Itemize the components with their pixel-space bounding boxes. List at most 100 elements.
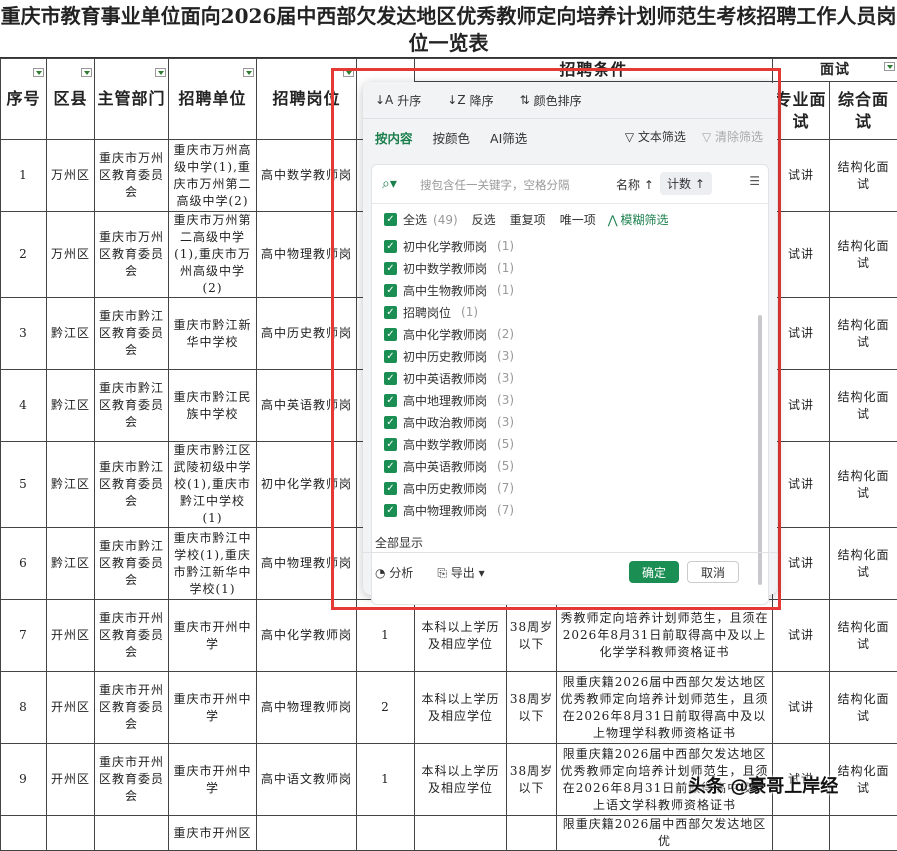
filter-dropdown-icon[interactable] [33, 68, 44, 77]
name-sort-button[interactable]: 名称 ↑ [610, 174, 660, 195]
table-cell-count[interactable] [357, 816, 415, 851]
table-cell-comp[interactable]: 结构化面试 [830, 672, 897, 744]
table-cell-comp[interactable]: 结构化面试 [830, 528, 897, 600]
table-cell-edu[interactable] [415, 816, 507, 851]
table-cell-count[interactable]: 2 [357, 672, 415, 744]
table-cell-district[interactable]: 开州区 [47, 744, 95, 816]
table-cell-post[interactable]: 高中物理教师岗 [257, 212, 357, 298]
table-cell-district[interactable]: 万州区 [47, 212, 95, 298]
table-cell-comp[interactable]: 结构化面试 [830, 744, 897, 816]
checkbox[interactable]: ✓ [384, 438, 397, 451]
table-cell-district[interactable]: 开州区 [47, 600, 95, 672]
text-filter-button[interactable]: ▽ 文本筛选 [625, 128, 686, 145]
table-cell-pro[interactable]: 试讲 [773, 212, 830, 298]
filter-item[interactable]: ✓招聘岗位(1) [384, 301, 724, 323]
table-cell-comp[interactable]: 结构化面试 [830, 140, 897, 212]
filter-dropdown-icon[interactable] [884, 62, 895, 71]
table-cell-post[interactable]: 高中物理教师岗 [257, 672, 357, 744]
table-cell-comp[interactable]: 结构化面试 [830, 370, 897, 442]
table-cell-unit[interactable]: 重庆市黔江中学校(1),重庆市黔江新华中学校(1) [169, 528, 257, 600]
unique-button[interactable]: 唯一项 [560, 211, 596, 228]
checkbox[interactable]: ✓ [384, 240, 397, 253]
table-cell-post[interactable]: 高中数学教师岗 [257, 140, 357, 212]
table-cell-district[interactable]: 开州区 [47, 672, 95, 744]
table-cell-count[interactable]: 1 [357, 600, 415, 672]
filter-dropdown-icon[interactable] [243, 68, 254, 77]
table-cell-pro[interactable]: 试讲 [773, 140, 830, 212]
table-cell-count[interactable]: 1 [357, 744, 415, 816]
table-cell-unit[interactable]: 重庆市开州中学 [169, 600, 257, 672]
table-cell-req[interactable]: 限重庆籍2026届中西部欠发达地区优秀教师定向培养计划师范生，且须在2026年8… [557, 672, 773, 744]
color-sort-button[interactable]: ⇅颜色排序 [520, 92, 582, 109]
table-cell-pro[interactable]: 试讲 [773, 672, 830, 744]
filter-item[interactable]: ✓高中化学教师岗(2) [384, 323, 724, 345]
table-cell-post[interactable]: 高中化学教师岗 [257, 600, 357, 672]
fuzzy-filter-button[interactable]: ⋀模糊筛选 [608, 211, 669, 228]
checkbox[interactable]: ✓ [384, 482, 397, 495]
table-cell-comp[interactable]: 结构化面试 [830, 212, 897, 298]
count-sort-button[interactable]: 计数 ↑ [660, 172, 712, 195]
sort-asc-button[interactable]: ↓A升序 [375, 92, 421, 109]
header-exam-comp[interactable]: 综合面试 [830, 82, 897, 140]
select-all-label[interactable]: 全选 [403, 211, 427, 228]
header-dept[interactable]: 主管部门 [95, 59, 169, 140]
sort-desc-button[interactable]: ↓Z降序 [447, 92, 493, 109]
duplicates-button[interactable]: 重复项 [510, 211, 546, 228]
table-cell-comp[interactable]: 结构化面试 [830, 442, 897, 528]
table-cell-pro[interactable]: 试讲 [773, 442, 830, 528]
table-cell-pro[interactable]: 试讲 [773, 528, 830, 600]
table-cell-comp[interactable]: 结构化面试 [830, 600, 897, 672]
table-cell-post[interactable]: 高中历史教师岗 [257, 298, 357, 370]
tab-by-content[interactable]: 按内容 [375, 128, 413, 147]
table-cell-no[interactable]: 3 [1, 298, 47, 370]
table-cell-age[interactable]: 38周岁以下 [507, 744, 557, 816]
header-unit[interactable]: 招聘单位 [169, 59, 257, 140]
filter-item[interactable]: ✓高中物理教师岗(7) [384, 499, 724, 521]
header-conditions[interactable]: 招聘条件 [415, 59, 773, 82]
table-cell-no[interactable]: 5 [1, 442, 47, 528]
table-cell-post[interactable]: 高中语文教师岗 [257, 744, 357, 816]
show-all-link[interactable]: 全部显示 [375, 534, 423, 551]
checkbox[interactable]: ✓ [384, 504, 397, 517]
invert-button[interactable]: 反选 [472, 211, 496, 228]
cancel-button[interactable]: 取消 [687, 561, 739, 583]
table-cell-edu[interactable]: 本科以上学历及相应学位 [415, 600, 507, 672]
table-cell-dept[interactable]: 重庆市黔江区教育委员会 [95, 442, 169, 528]
header-district[interactable]: 区县 [47, 59, 95, 140]
table-cell-no[interactable]: 2 [1, 212, 47, 298]
table-cell-dept[interactable] [95, 816, 169, 851]
settings-icon[interactable]: ☰ [749, 174, 760, 188]
table-cell-unit[interactable]: 重庆市开州区 [169, 816, 257, 851]
table-cell-unit[interactable]: 重庆市开州中学 [169, 672, 257, 744]
table-cell-dept[interactable]: 重庆市黔江区教育委员会 [95, 528, 169, 600]
filter-dropdown-icon[interactable] [155, 68, 166, 77]
table-cell-comp[interactable]: 结构化面试 [830, 298, 897, 370]
analyze-button[interactable]: ◔ 分析 [375, 564, 413, 581]
export-button[interactable]: ⎘ 导出 ▾ [437, 564, 484, 581]
filter-item[interactable]: ✓初中历史教师岗(3) [384, 345, 724, 367]
ok-button[interactable]: 确定 [629, 561, 679, 583]
table-cell-dept[interactable]: 重庆市开州区教育委员会 [95, 744, 169, 816]
table-cell-age[interactable]: 38周岁以下 [507, 600, 557, 672]
table-cell-district[interactable]: 黔江区 [47, 370, 95, 442]
table-cell-district[interactable]: 黔江区 [47, 442, 95, 528]
table-cell-req[interactable]: 秀教师定向培养计划师范生，且须在2026年8月31日前取得高中及以上化学学科教师… [557, 600, 773, 672]
search-input[interactable] [418, 174, 590, 196]
table-cell-post[interactable]: 高中物理教师岗 [257, 528, 357, 600]
table-cell-req[interactable]: 限重庆籍2026届中西部欠发达地区优 [557, 816, 773, 851]
checkbox[interactable]: ✓ [384, 328, 397, 341]
scrollbar[interactable] [758, 315, 762, 585]
checkbox[interactable]: ✓ [384, 394, 397, 407]
table-cell-district[interactable]: 万州区 [47, 140, 95, 212]
filter-item[interactable]: ✓高中生物教师岗(1) [384, 279, 724, 301]
header-exam[interactable]: 面试 [773, 59, 897, 82]
table-cell-edu[interactable]: 本科以上学历及相应学位 [415, 744, 507, 816]
filter-item[interactable]: ✓高中数学教师岗(5) [384, 433, 724, 455]
checkbox[interactable]: ✓ [384, 372, 397, 385]
table-cell-no[interactable]: 7 [1, 600, 47, 672]
table-cell-no[interactable]: 9 [1, 744, 47, 816]
table-cell-district[interactable]: 黔江区 [47, 528, 95, 600]
filter-dropdown-icon[interactable] [81, 68, 92, 77]
search-icon[interactable]: ⌕▾ [382, 176, 397, 192]
table-cell-dept[interactable]: 重庆市黔江区教育委员会 [95, 370, 169, 442]
